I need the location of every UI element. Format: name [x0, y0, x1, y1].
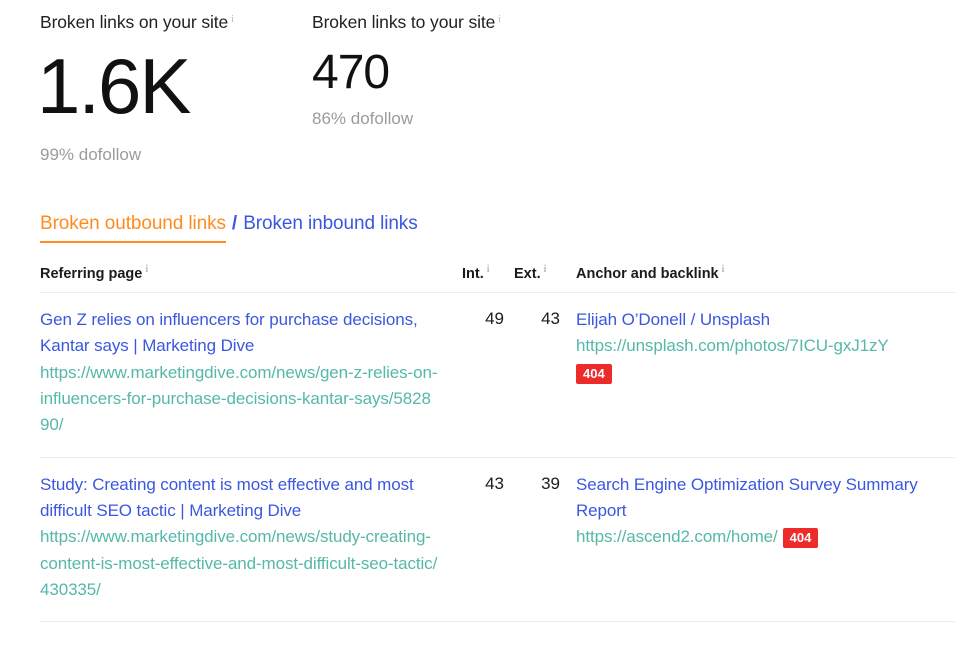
column-header-external[interactable]: Ext. i — [504, 265, 560, 282]
broken-links-report: Broken links on your site i 1.6K 99% dofo… — [0, 0, 975, 653]
cell-referring-page: Study: Creating content is most effectiv… — [40, 472, 452, 604]
column-header-internal[interactable]: Int. i — [452, 265, 504, 282]
cell-internal-count: 49 — [485, 308, 504, 328]
metric-value: 1.6K — [37, 42, 191, 130]
column-header-referring-page[interactable]: Referring page i — [40, 265, 452, 282]
backlink-url-link[interactable]: https://unsplash.com/photos/7ICU-gxJ1zY — [576, 333, 955, 359]
info-icon[interactable]: i — [231, 14, 234, 25]
cell-internal-count: 43 — [485, 473, 504, 493]
tab-broken-inbound-links[interactable]: Broken inbound links — [243, 213, 417, 235]
table-header-row: Referring page i Int. i Ext. i Anchor and b… — [40, 265, 955, 293]
referring-page-title-link[interactable]: Study: Creating content is most effectiv… — [40, 472, 438, 525]
metric-value: 470 — [312, 46, 390, 99]
column-header-label: Ext. — [514, 265, 541, 282]
tab-separator: / — [231, 213, 238, 234]
tab-bar: Broken outbound links / Broken inbound l… — [40, 213, 418, 243]
info-icon[interactable]: i — [145, 264, 148, 275]
anchor-text-link[interactable]: Search Engine Optimization Survey Summar… — [576, 472, 955, 525]
tab-broken-outbound-links[interactable]: Broken outbound links — [40, 213, 226, 243]
metric-label: Broken links to your site — [312, 12, 496, 32]
column-header-label: Referring page — [40, 265, 143, 282]
info-icon[interactable]: i — [487, 264, 490, 275]
metrics-row: Broken links on your site i 1.6K 99% dofo… — [0, 0, 975, 165]
referring-page-url-link[interactable]: https://www.marketingdive.com/news/study… — [40, 524, 438, 603]
cell-external-count: 43 — [541, 308, 560, 328]
cell-external-count: 39 — [541, 473, 560, 493]
status-badge: 404 — [782, 527, 819, 549]
cell-anchor-and-backlink: Search Engine Optimization Survey Summar… — [560, 472, 955, 551]
metric-label: Broken links on your site — [40, 12, 229, 32]
metric-broken-links-to-your-site: Broken links to your site i 470 86% dofol… — [312, 12, 612, 165]
table-row: Gen Z relies on influencers for purchase… — [40, 293, 955, 458]
metric-label-wrap: Broken links to your site i — [312, 12, 612, 33]
info-icon[interactable]: i — [544, 264, 547, 275]
metric-label-wrap: Broken links on your site i — [40, 12, 312, 33]
column-header-label: Anchor and backlink — [576, 265, 719, 282]
column-header-anchor-and-backlink[interactable]: Anchor and backlink i — [560, 265, 955, 282]
metric-sublabel: 86% dofollow — [312, 109, 414, 128]
anchor-text-link[interactable]: Elijah O’Donell / Unsplash — [576, 307, 955, 333]
metric-broken-links-on-your-site: Broken links on your site i 1.6K 99% dofo… — [37, 12, 312, 165]
referring-page-title-link[interactable]: Gen Z relies on influencers for purchase… — [40, 307, 438, 360]
status-badge: 404 — [576, 363, 612, 385]
referring-page-url-link[interactable]: https://www.marketingdive.com/news/gen-z… — [40, 360, 438, 439]
info-icon[interactable]: i — [498, 14, 501, 25]
table-row: Study: Creating content is most effectiv… — [40, 458, 955, 623]
cell-anchor-and-backlink: Elijah O’Donell / Unsplash https://unspl… — [560, 307, 955, 385]
backlink-url-link[interactable]: https://ascend2.com/home/ — [576, 527, 778, 546]
backlink-line: https://ascend2.com/home/404 — [576, 527, 819, 549]
info-icon[interactable]: i — [722, 264, 725, 275]
column-header-label: Int. — [462, 265, 484, 282]
metric-sublabel: 99% dofollow — [40, 145, 142, 164]
broken-links-table: Referring page i Int. i Ext. i Anchor and b… — [40, 265, 955, 623]
cell-referring-page: Gen Z relies on influencers for purchase… — [40, 307, 452, 439]
